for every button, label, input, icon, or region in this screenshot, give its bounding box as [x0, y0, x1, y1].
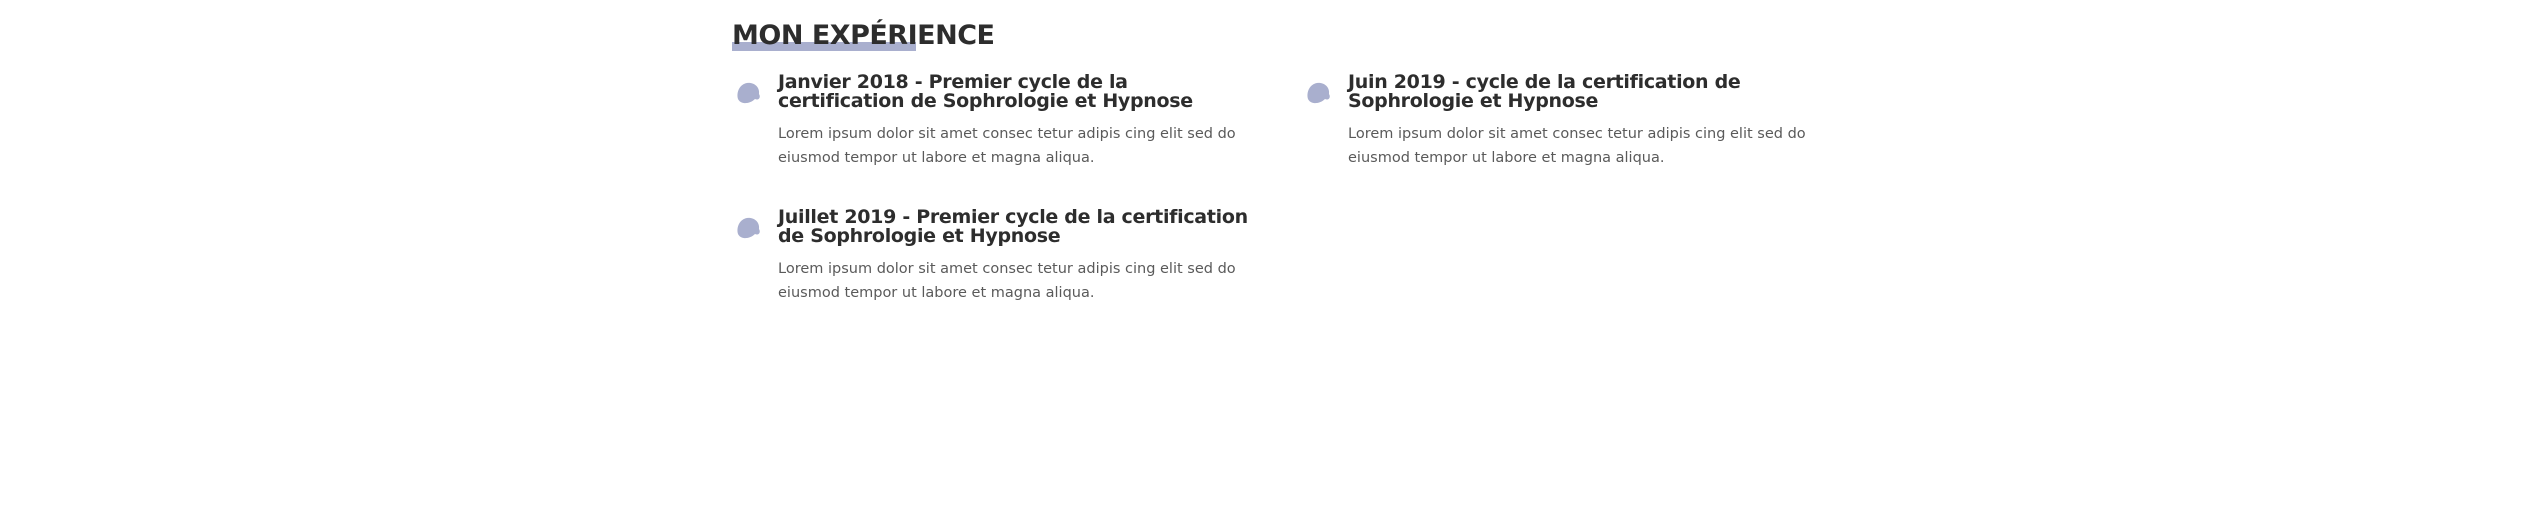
experience-title: Juin 2019 - cycle de la certification de…: [1348, 71, 1741, 112]
experience-item: Juillet 2019 - Premier cycle de la certi…: [732, 208, 1252, 305]
blob-bullet-icon: [734, 77, 764, 107]
blob-bullet-icon: [734, 212, 764, 242]
experience-title: Janvier 2018 - Premier cycle de la certi…: [778, 71, 1193, 112]
section-heading: MON EXPÉRIENCE: [732, 18, 995, 58]
section-title: MON EXPÉRIENCE: [732, 20, 995, 51]
blob-bullet-icon: [1304, 77, 1334, 107]
experience-title: Juillet 2019 - Premier cycle de la certi…: [778, 206, 1248, 247]
experience-section: MON EXPÉRIENCE Janvier 2018 - Premier cy…: [732, 18, 1832, 301]
experience-description: Lorem ipsum dolor sit amet consec tetur …: [1348, 126, 1806, 166]
experience-description: Lorem ipsum dolor sit amet consec tetur …: [778, 261, 1236, 301]
experience-item: Janvier 2018 - Premier cycle de la certi…: [732, 73, 1252, 170]
experience-item: Juin 2019 - cycle de la certification de…: [1302, 73, 1822, 170]
experience-description: Lorem ipsum dolor sit amet consec tetur …: [778, 126, 1236, 166]
